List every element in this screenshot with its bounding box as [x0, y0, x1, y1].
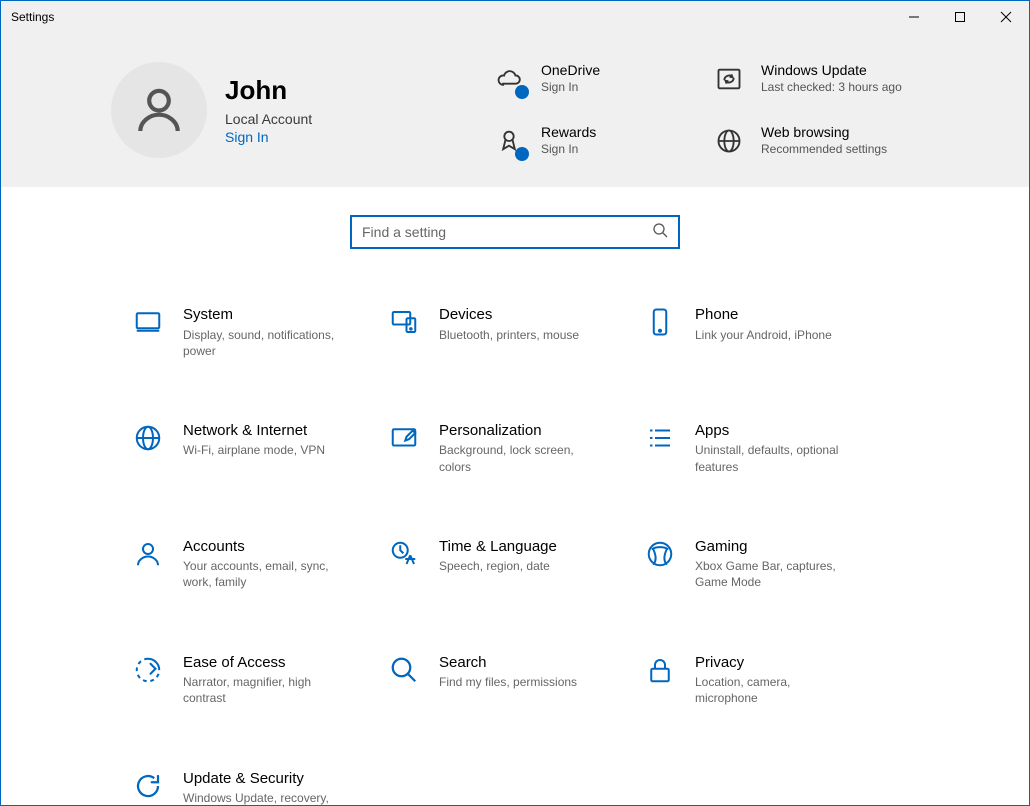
avatar	[111, 62, 207, 158]
search-category-icon	[387, 653, 421, 687]
category-apps[interactable]: Apps Uninstall, defaults, optional featu…	[643, 421, 899, 475]
category-desc: Your accounts, email, sync, work, family	[183, 558, 343, 590]
category-title: Personalization	[439, 421, 599, 441]
category-title: Gaming	[695, 537, 855, 557]
settings-window: Settings John Local Account	[0, 0, 1030, 806]
search-box[interactable]	[350, 215, 680, 249]
category-title: System	[183, 305, 343, 325]
account-signin-link[interactable]: Sign In	[225, 129, 312, 145]
status-windows-update[interactable]: Windows Update Last checked: 3 hours ago	[711, 61, 931, 97]
system-icon	[131, 305, 165, 339]
category-title: Search	[439, 653, 577, 673]
category-title: Update & Security	[183, 769, 343, 789]
status-title: Windows Update	[761, 61, 902, 79]
category-system[interactable]: System Display, sound, notifications, po…	[131, 305, 387, 359]
category-title: Privacy	[695, 653, 855, 673]
category-desc: Link your Android, iPhone	[695, 327, 832, 343]
windows-update-icon	[711, 61, 747, 97]
account-subtype: Local Account	[225, 111, 312, 127]
category-desc: Narrator, magnifier, high contrast	[183, 674, 343, 706]
category-desc: Wi-Fi, airplane mode, VPN	[183, 442, 325, 458]
account-block[interactable]: John Local Account Sign In	[111, 61, 491, 159]
globe-icon	[711, 123, 747, 159]
search-input[interactable]	[362, 224, 652, 240]
category-desc: Find my files, permissions	[439, 674, 577, 690]
personalization-icon	[387, 421, 421, 455]
ease-of-access-icon	[131, 653, 165, 687]
search-icon	[652, 222, 668, 243]
status-title: Web browsing	[761, 123, 887, 141]
category-ease-of-access[interactable]: Ease of Access Narrator, magnifier, high…	[131, 653, 387, 707]
account-text: John Local Account Sign In	[225, 75, 312, 144]
category-desc: Xbox Game Bar, captures, Game Mode	[695, 558, 855, 590]
category-title: Time & Language	[439, 537, 557, 557]
category-gaming[interactable]: Gaming Xbox Game Bar, captures, Game Mod…	[643, 537, 899, 591]
accounts-icon	[131, 537, 165, 571]
category-desc: Bluetooth, printers, mouse	[439, 327, 579, 343]
status-dot-icon	[515, 147, 529, 161]
header-area: John Local Account Sign In OneDrive Sign…	[1, 33, 1029, 187]
category-title: Phone	[695, 305, 832, 325]
category-update-security[interactable]: Update & Security Windows Update, recove…	[131, 769, 387, 806]
update-security-icon	[131, 769, 165, 803]
globe-icon	[131, 421, 165, 455]
gaming-icon	[643, 537, 677, 571]
status-sub: Last checked: 3 hours ago	[761, 80, 902, 96]
category-personalization[interactable]: Personalization Background, lock screen,…	[387, 421, 643, 475]
rewards-icon	[491, 123, 527, 159]
category-title: Ease of Access	[183, 653, 343, 673]
category-desc: Location, camera, microphone	[695, 674, 855, 706]
phone-icon	[643, 305, 677, 339]
status-dot-icon	[515, 85, 529, 99]
onedrive-icon	[491, 61, 527, 97]
lock-icon	[643, 653, 677, 687]
status-web-browsing[interactable]: Web browsing Recommended settings	[711, 123, 931, 159]
category-title: Network & Internet	[183, 421, 325, 441]
category-desc: Speech, region, date	[439, 558, 557, 574]
category-network[interactable]: Network & Internet Wi-Fi, airplane mode,…	[131, 421, 387, 475]
status-sub: Recommended settings	[761, 142, 887, 158]
category-desc: Windows Update, recovery, backup	[183, 790, 343, 806]
status-rewards[interactable]: Rewards Sign In	[491, 123, 711, 159]
status-sub: Sign In	[541, 142, 596, 158]
search-row	[1, 187, 1029, 269]
status-sub: Sign In	[541, 80, 600, 96]
category-title: Devices	[439, 305, 579, 325]
time-language-icon	[387, 537, 421, 571]
devices-icon	[387, 305, 421, 339]
titlebar: Settings	[1, 1, 1029, 33]
close-button[interactable]	[983, 1, 1029, 33]
category-accounts[interactable]: Accounts Your accounts, email, sync, wor…	[131, 537, 387, 591]
account-name: John	[225, 75, 312, 106]
category-time-language[interactable]: Time & Language Speech, region, date	[387, 537, 643, 591]
category-privacy[interactable]: Privacy Location, camera, microphone	[643, 653, 899, 707]
categories-grid: System Display, sound, notifications, po…	[1, 269, 1029, 806]
status-onedrive[interactable]: OneDrive Sign In	[491, 61, 711, 97]
window-title: Settings	[11, 10, 54, 24]
status-title: Rewards	[541, 123, 596, 141]
status-grid: OneDrive Sign In Windows Update Last che…	[491, 61, 959, 159]
category-search[interactable]: Search Find my files, permissions	[387, 653, 643, 707]
category-desc: Uninstall, defaults, optional features	[695, 442, 855, 474]
apps-icon	[643, 421, 677, 455]
category-desc: Display, sound, notifications, power	[183, 327, 343, 359]
category-devices[interactable]: Devices Bluetooth, printers, mouse	[387, 305, 643, 359]
status-title: OneDrive	[541, 61, 600, 79]
window-controls	[891, 1, 1029, 33]
category-phone[interactable]: Phone Link your Android, iPhone	[643, 305, 899, 359]
minimize-button[interactable]	[891, 1, 937, 33]
category-desc: Background, lock screen, colors	[439, 442, 599, 474]
category-title: Apps	[695, 421, 855, 441]
category-title: Accounts	[183, 537, 343, 557]
maximize-button[interactable]	[937, 1, 983, 33]
